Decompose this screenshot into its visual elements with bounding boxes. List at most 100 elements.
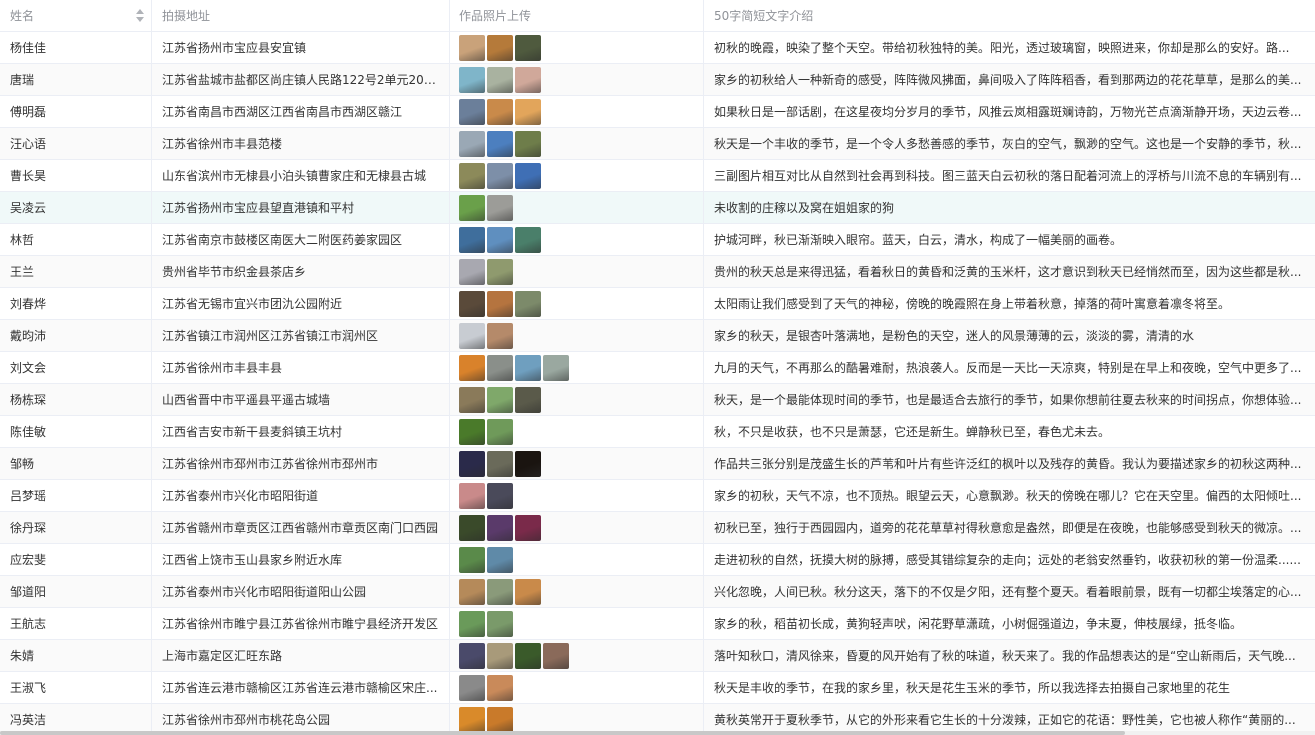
cell-intro: 贵州的秋天总是来得迅猛，看着秋日的黄昏和泛黄的玉米杆，这才意识到秋天已经悄然而至… xyxy=(704,256,1315,287)
address-text: 江苏省镇江市润州区江苏省镇江市润州区 xyxy=(162,329,379,343)
photo-thumbnail[interactable] xyxy=(459,546,485,573)
cell-address: 江苏省徐州市睢宁县江苏省徐州市睢宁县经济开发区 xyxy=(152,608,450,639)
photo-thumbnail[interactable] xyxy=(515,162,541,189)
photo-thumbnail[interactable] xyxy=(487,162,513,189)
name-text: 冯英洁 xyxy=(10,713,47,727)
photo-thumbnail[interactable] xyxy=(459,354,485,381)
photo-thumbnail[interactable] xyxy=(487,706,513,733)
photo-thumbnail[interactable] xyxy=(487,642,513,669)
horizontal-scrollbar[interactable] xyxy=(0,731,1315,735)
photo-thumbnail[interactable] xyxy=(487,98,513,125)
photo-thumbnail[interactable] xyxy=(515,354,541,381)
photo-thumbnail[interactable] xyxy=(487,418,513,445)
table-row[interactable]: 邹畅 江苏省徐州市邳州市江苏省徐州市邳州市 作品共三张分别是茂盛生长的芦苇和叶片有些… xyxy=(0,448,1315,480)
photo-thumbnail[interactable] xyxy=(459,610,485,637)
photo-thumbnail[interactable] xyxy=(487,450,513,477)
photo-thumbnail[interactable] xyxy=(487,258,513,285)
photo-thumbnail[interactable] xyxy=(515,290,541,317)
table-row[interactable]: 王航志 江苏省徐州市睢宁县江苏省徐州市睢宁县经济开发区 家乡的秋，稻苗初长成，黄狗轻… xyxy=(0,608,1315,640)
photo-thumbnail[interactable] xyxy=(459,66,485,93)
address-text: 江苏省徐州市丰县范楼 xyxy=(162,137,283,151)
photo-thumbnail[interactable] xyxy=(459,290,485,317)
photo-thumbnail[interactable] xyxy=(459,258,485,285)
photo-thumbnail[interactable] xyxy=(459,450,485,477)
intro-text: 秋，不只是收获，也不只是萧瑟，它还是新生。蝉静秋已至，春色尤未去。 xyxy=(714,425,1111,439)
photo-thumbnail[interactable] xyxy=(459,706,485,733)
table-row[interactable]: 陈佳敏 江西省吉安市新干县麦斜镇王坑村 秋，不只是收获，也不只是萧瑟，它还是新生。蝉… xyxy=(0,416,1315,448)
photo-thumbnail[interactable] xyxy=(459,322,485,349)
photo-thumbnail[interactable] xyxy=(459,418,485,445)
table-row[interactable]: 刘春烨 江苏省无锡市宜兴市团氿公园附近 太阳雨让我们感受到了天气的神秘，傍晚的晚霞照… xyxy=(0,288,1315,320)
photo-thumbnail[interactable] xyxy=(515,642,541,669)
table-row[interactable]: 吕梦瑶 江苏省泰州市兴化市昭阳街道 家乡的初秋，天气不凉，也不顶热。眼望云天，心意飘… xyxy=(0,480,1315,512)
photo-thumbnail[interactable] xyxy=(459,34,485,61)
name-text: 邹道阳 xyxy=(10,585,47,599)
table-header: 姓名 拍摄地址 作品照片上传 50字简短文字介绍 xyxy=(0,0,1315,32)
photo-thumbnail[interactable] xyxy=(459,578,485,605)
photo-thumbnail[interactable] xyxy=(487,290,513,317)
photo-thumbnail[interactable] xyxy=(515,98,541,125)
table-row[interactable]: 杨栋琛 山西省晋中市平遥县平遥古城墙 秋天，是一个最能体现时间的季节，也是最适合去旅… xyxy=(0,384,1315,416)
photo-thumbnail[interactable] xyxy=(459,674,485,701)
photo-thumbnail[interactable] xyxy=(459,514,485,541)
photo-thumbnail[interactable] xyxy=(487,674,513,701)
table-row[interactable]: 杨佳佳 江苏省扬州市宝应县安宜镇 初秋的晚霞，映染了整个天空。带给初秋独特的美。阳光… xyxy=(0,32,1315,64)
table-row[interactable]: 刘文会 江苏省徐州市丰县丰县 九月的天气，不再那么的酷暑难耐，热浪袭人。反而是一天比… xyxy=(0,352,1315,384)
cell-name: 吕梦瑶 xyxy=(0,480,152,511)
photo-thumbnail[interactable] xyxy=(515,226,541,253)
photo-thumbnail[interactable] xyxy=(459,194,485,221)
photo-thumbnail[interactable] xyxy=(515,386,541,413)
photo-thumbnail[interactable] xyxy=(487,610,513,637)
intro-text: 太阳雨让我们感受到了天气的神秘，傍晚的晚霞照在身上带着秋意，掉落的荷叶寓意着凛冬… xyxy=(714,297,1231,311)
photo-thumbnail[interactable] xyxy=(515,578,541,605)
photo-thumbnail[interactable] xyxy=(515,66,541,93)
photo-thumbnail[interactable] xyxy=(487,226,513,253)
photo-thumbnail[interactable] xyxy=(487,322,513,349)
intro-text: 秋天是一个丰收的季节，是一个令人多愁善感的季节，灰白的空气，飘渺的空气。这也是一… xyxy=(714,137,1302,151)
photo-thumbnail[interactable] xyxy=(459,98,485,125)
photo-thumbnail[interactable] xyxy=(459,482,485,509)
photo-thumbnail[interactable] xyxy=(459,386,485,413)
photo-thumbnail[interactable] xyxy=(487,514,513,541)
table-row[interactable]: 傅明磊 江苏省南昌市西湖区江西省南昌市西湖区赣江 如果秋日是一部话剧，在这星夜均分岁… xyxy=(0,96,1315,128)
cell-name: 戴昀沛 xyxy=(0,320,152,351)
photo-thumbnail[interactable] xyxy=(515,450,541,477)
photo-thumbnail[interactable] xyxy=(487,386,513,413)
photo-thumbnail[interactable] xyxy=(543,354,569,381)
photo-thumbnail[interactable] xyxy=(459,226,485,253)
sort-caret-icon[interactable] xyxy=(136,9,144,23)
photo-thumbnail[interactable] xyxy=(487,194,513,221)
photo-thumbnail[interactable] xyxy=(515,514,541,541)
photo-thumbnail[interactable] xyxy=(543,642,569,669)
photo-thumbnail[interactable] xyxy=(459,130,485,157)
name-text: 邹畅 xyxy=(10,457,35,471)
table-row[interactable]: 王兰 贵州省毕节市织金县茶店乡 贵州的秋天总是来得迅猛，看着秋日的黄昏和泛黄的玉米杆… xyxy=(0,256,1315,288)
table-row[interactable]: 吴凌云 江苏省扬州市宝应县望直港镇和平村 未收割的庄稼以及窝在姐姐家的狗 xyxy=(0,192,1315,224)
table-row[interactable]: 朱婧 上海市嘉定区汇旺东路 落叶知秋口，清风徐来，昏夏的风开始有了秋的味道，秋天来了… xyxy=(0,640,1315,672)
scrollbar-thumb[interactable] xyxy=(0,731,1125,735)
photo-thumbnail[interactable] xyxy=(487,130,513,157)
table-row[interactable]: 应宏斐 江西省上饶市玉山县家乡附近水库 走进初秋的自然，抚摸大树的脉搏，感受其错综复… xyxy=(0,544,1315,576)
table-row[interactable]: 戴昀沛 江苏省镇江市润州区江苏省镇江市润州区 家乡的秋天，是银杏叶落满地，是粉色的天… xyxy=(0,320,1315,352)
cell-name: 傅明磊 xyxy=(0,96,152,127)
table-row[interactable]: 邹道阳 江苏省泰州市兴化市昭阳街道阳山公园 兴化忽晚，人间已秋。秋分这天，落下的不仅… xyxy=(0,576,1315,608)
table-row[interactable]: 汪心语 江苏省徐州市丰县范楼 秋天是一个丰收的季节，是一个令人多愁善感的季节，灰白的… xyxy=(0,128,1315,160)
photo-thumbnail[interactable] xyxy=(515,130,541,157)
photo-thumbnail[interactable] xyxy=(487,482,513,509)
cell-intro: 家乡的初秋，天气不凉，也不顶热。眼望云天，心意飘渺。秋天的傍晚在哪儿？它在天空里… xyxy=(704,480,1315,511)
photo-thumbnail[interactable] xyxy=(515,34,541,61)
photo-thumbnail[interactable] xyxy=(487,34,513,61)
photo-thumbnail[interactable] xyxy=(459,642,485,669)
photo-thumbnail[interactable] xyxy=(487,578,513,605)
photo-thumbnail[interactable] xyxy=(487,66,513,93)
table-row[interactable]: 林哲 江苏省南京市鼓楼区南医大二附医药姜家园区 护城河畔，秋已渐渐映入眼帘。蓝天，白… xyxy=(0,224,1315,256)
name-text: 傅明磊 xyxy=(10,105,47,119)
table-row[interactable]: 唐瑞 江苏省盐城市盐都区尚庄镇人民路122号2单元203室 家乡的初秋给人一种新奇的… xyxy=(0,64,1315,96)
photo-thumbnail[interactable] xyxy=(459,162,485,189)
table-row[interactable]: 曹长昊 山东省滨州市无棣县小泊头镇曹家庄和无棣县古城 三副图片相互对比从自然到社会再… xyxy=(0,160,1315,192)
table-row[interactable]: 徐丹琛 江苏省赣州市章贡区江西省赣州市章贡区南门口西园 初秋已至，独行于西园园内，道… xyxy=(0,512,1315,544)
table-row[interactable]: 王淑飞 江苏省连云港市赣榆区江苏省连云港市赣榆区宋庄... 秋天是丰收的季节，在我的… xyxy=(0,672,1315,704)
photo-thumbnail[interactable] xyxy=(487,546,513,573)
photo-thumbnail[interactable] xyxy=(487,354,513,381)
header-name[interactable]: 姓名 xyxy=(0,0,152,31)
